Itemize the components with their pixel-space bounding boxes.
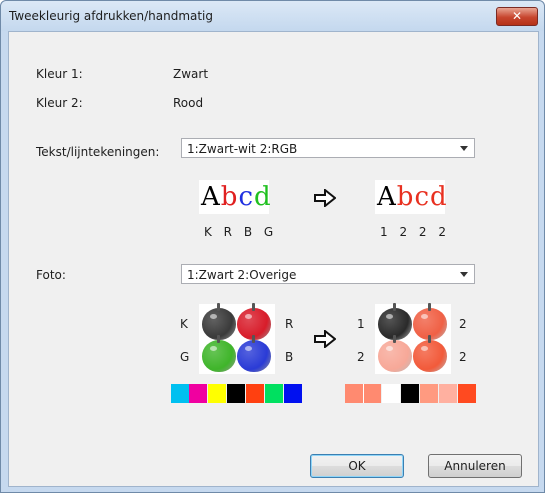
photo-before-label-tr: R (285, 317, 294, 331)
title-bar[interactable]: Tweekleurig afdrukken/handmatig ✕ (1, 1, 544, 31)
letter-b-after: b (396, 182, 415, 212)
text-mode-dropdown[interactable]: 1:Zwart-wit 2:RGB (181, 138, 475, 158)
close-button[interactable]: ✕ (496, 7, 538, 26)
letter-a-before: A (201, 182, 221, 212)
photo-sample-after (375, 303, 451, 374)
swatch-after-3 (382, 384, 400, 403)
photo-mode-selected: 1:Zwart 2:Overige (187, 268, 297, 282)
photo-mode-dropdown[interactable]: 1:Zwart 2:Overige (181, 264, 475, 284)
apple-blue-icon (237, 335, 271, 372)
text-sample-before-word: Abcd (201, 182, 272, 212)
kleur1-value: Zwart (173, 67, 209, 81)
apple-orange-after-icon (413, 335, 447, 372)
dialog-title: Tweekleurig afdrukken/handmatig (9, 9, 214, 23)
text-sample-before: Abcd (199, 180, 272, 214)
swatch-magenta (189, 384, 207, 403)
text-sample-after-word: Abcd (377, 182, 448, 212)
chevron-down-icon (460, 272, 468, 277)
letter-d-before: d (254, 182, 272, 212)
text-mode-selected: 1:Zwart-wit 2:RGB (187, 142, 298, 156)
swatch-after-1 (345, 384, 363, 403)
dialog-window: Tweekleurig afdrukken/handmatig ✕ Kleur … (0, 0, 545, 493)
arrow-right-icon-photo (314, 328, 337, 352)
photo-sample-before (199, 303, 275, 374)
arrow-right-icon-text (314, 187, 337, 211)
swatch-blue (284, 384, 302, 403)
swatch-divider (363, 384, 364, 403)
apple-pink-after-icon (378, 335, 412, 372)
swatch-after-2 (363, 384, 381, 403)
dialog-content: Kleur 1: Zwart Kleur 2: Rood Tekst/lijnt… (8, 31, 539, 487)
photo-before-label-tl: K (180, 317, 188, 331)
photo-after-label-bl: 2 (357, 350, 365, 364)
cancel-button[interactable]: Annuleren (428, 454, 522, 478)
swatch-cyan (171, 384, 189, 403)
letter-c-before: c (238, 182, 254, 212)
chevron-down-icon (460, 146, 468, 151)
swatch-orange (246, 384, 264, 403)
text-before-letters: K R B G (204, 225, 274, 239)
swatch-green (265, 384, 283, 403)
letter-a-after: A (377, 182, 397, 212)
kleur1-label: Kleur 1: (36, 67, 83, 81)
photo-after-label-br: 2 (459, 350, 467, 364)
letter-c-after: c (414, 182, 430, 212)
kleur2-label: Kleur 2: (36, 96, 83, 110)
swatch-after-5 (420, 384, 438, 403)
photo-mode-label: Foto: (36, 268, 66, 282)
swatch-after-4 (401, 384, 419, 403)
swatch-strip-after (345, 384, 485, 403)
photo-before-label-bl: G (180, 350, 190, 364)
swatch-black (227, 384, 245, 403)
kleur2-value: Rood (173, 96, 204, 110)
close-icon: ✕ (511, 9, 523, 23)
swatch-strip-before (171, 384, 311, 403)
swatch-after-6 (439, 384, 457, 403)
swatch-after-7 (458, 384, 476, 403)
photo-after-label-tr: 2 (459, 317, 467, 331)
photo-before-label-br: B (285, 350, 294, 364)
ok-button[interactable]: OK (310, 454, 404, 478)
photo-after-label-tl: 1 (357, 317, 365, 331)
text-after-letters: 1 2 2 2 (380, 225, 446, 239)
apple-green-icon (202, 335, 236, 372)
swatch-yellow (208, 384, 226, 403)
text-sample-after: Abcd (375, 180, 448, 214)
swatch-divider (382, 384, 383, 403)
text-mode-label: Tekst/lijntekeningen: (36, 145, 160, 159)
letter-d-after: d (430, 182, 448, 212)
letter-b-before: b (220, 182, 239, 212)
